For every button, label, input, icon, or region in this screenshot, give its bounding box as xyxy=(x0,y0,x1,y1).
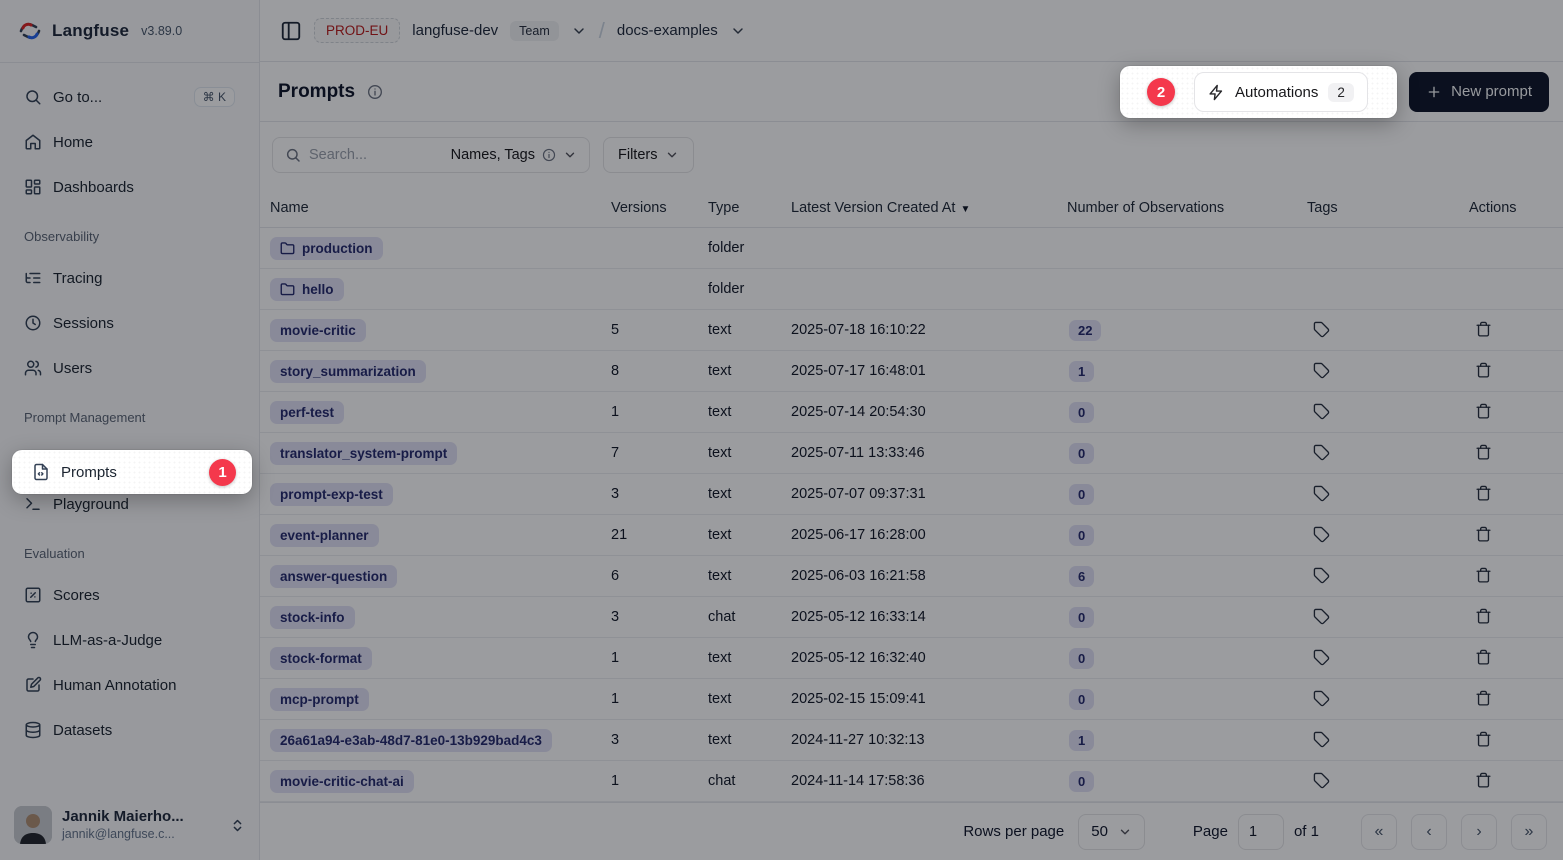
spotlight-prompts-nav-item[interactable]: Prompts 1 xyxy=(12,450,252,494)
langfuse-app: Langfuse v3.89.0 Go to... ⌘ K Home xyxy=(0,0,1563,860)
automations-button[interactable]: Automations 2 xyxy=(1194,72,1368,112)
zap-icon xyxy=(1208,84,1225,101)
automations-count-badge: 2 xyxy=(1328,83,1354,102)
tutorial-dim-overlay xyxy=(0,0,1563,860)
step-2-badge: 2 xyxy=(1147,78,1175,106)
spotlight-automations: 2 Automations 2 xyxy=(1120,66,1397,118)
automations-label: Automations xyxy=(1235,84,1318,101)
prompts-label: Prompts xyxy=(61,464,117,481)
step-1-badge: 1 xyxy=(209,459,236,486)
file-code-icon xyxy=(32,463,50,481)
